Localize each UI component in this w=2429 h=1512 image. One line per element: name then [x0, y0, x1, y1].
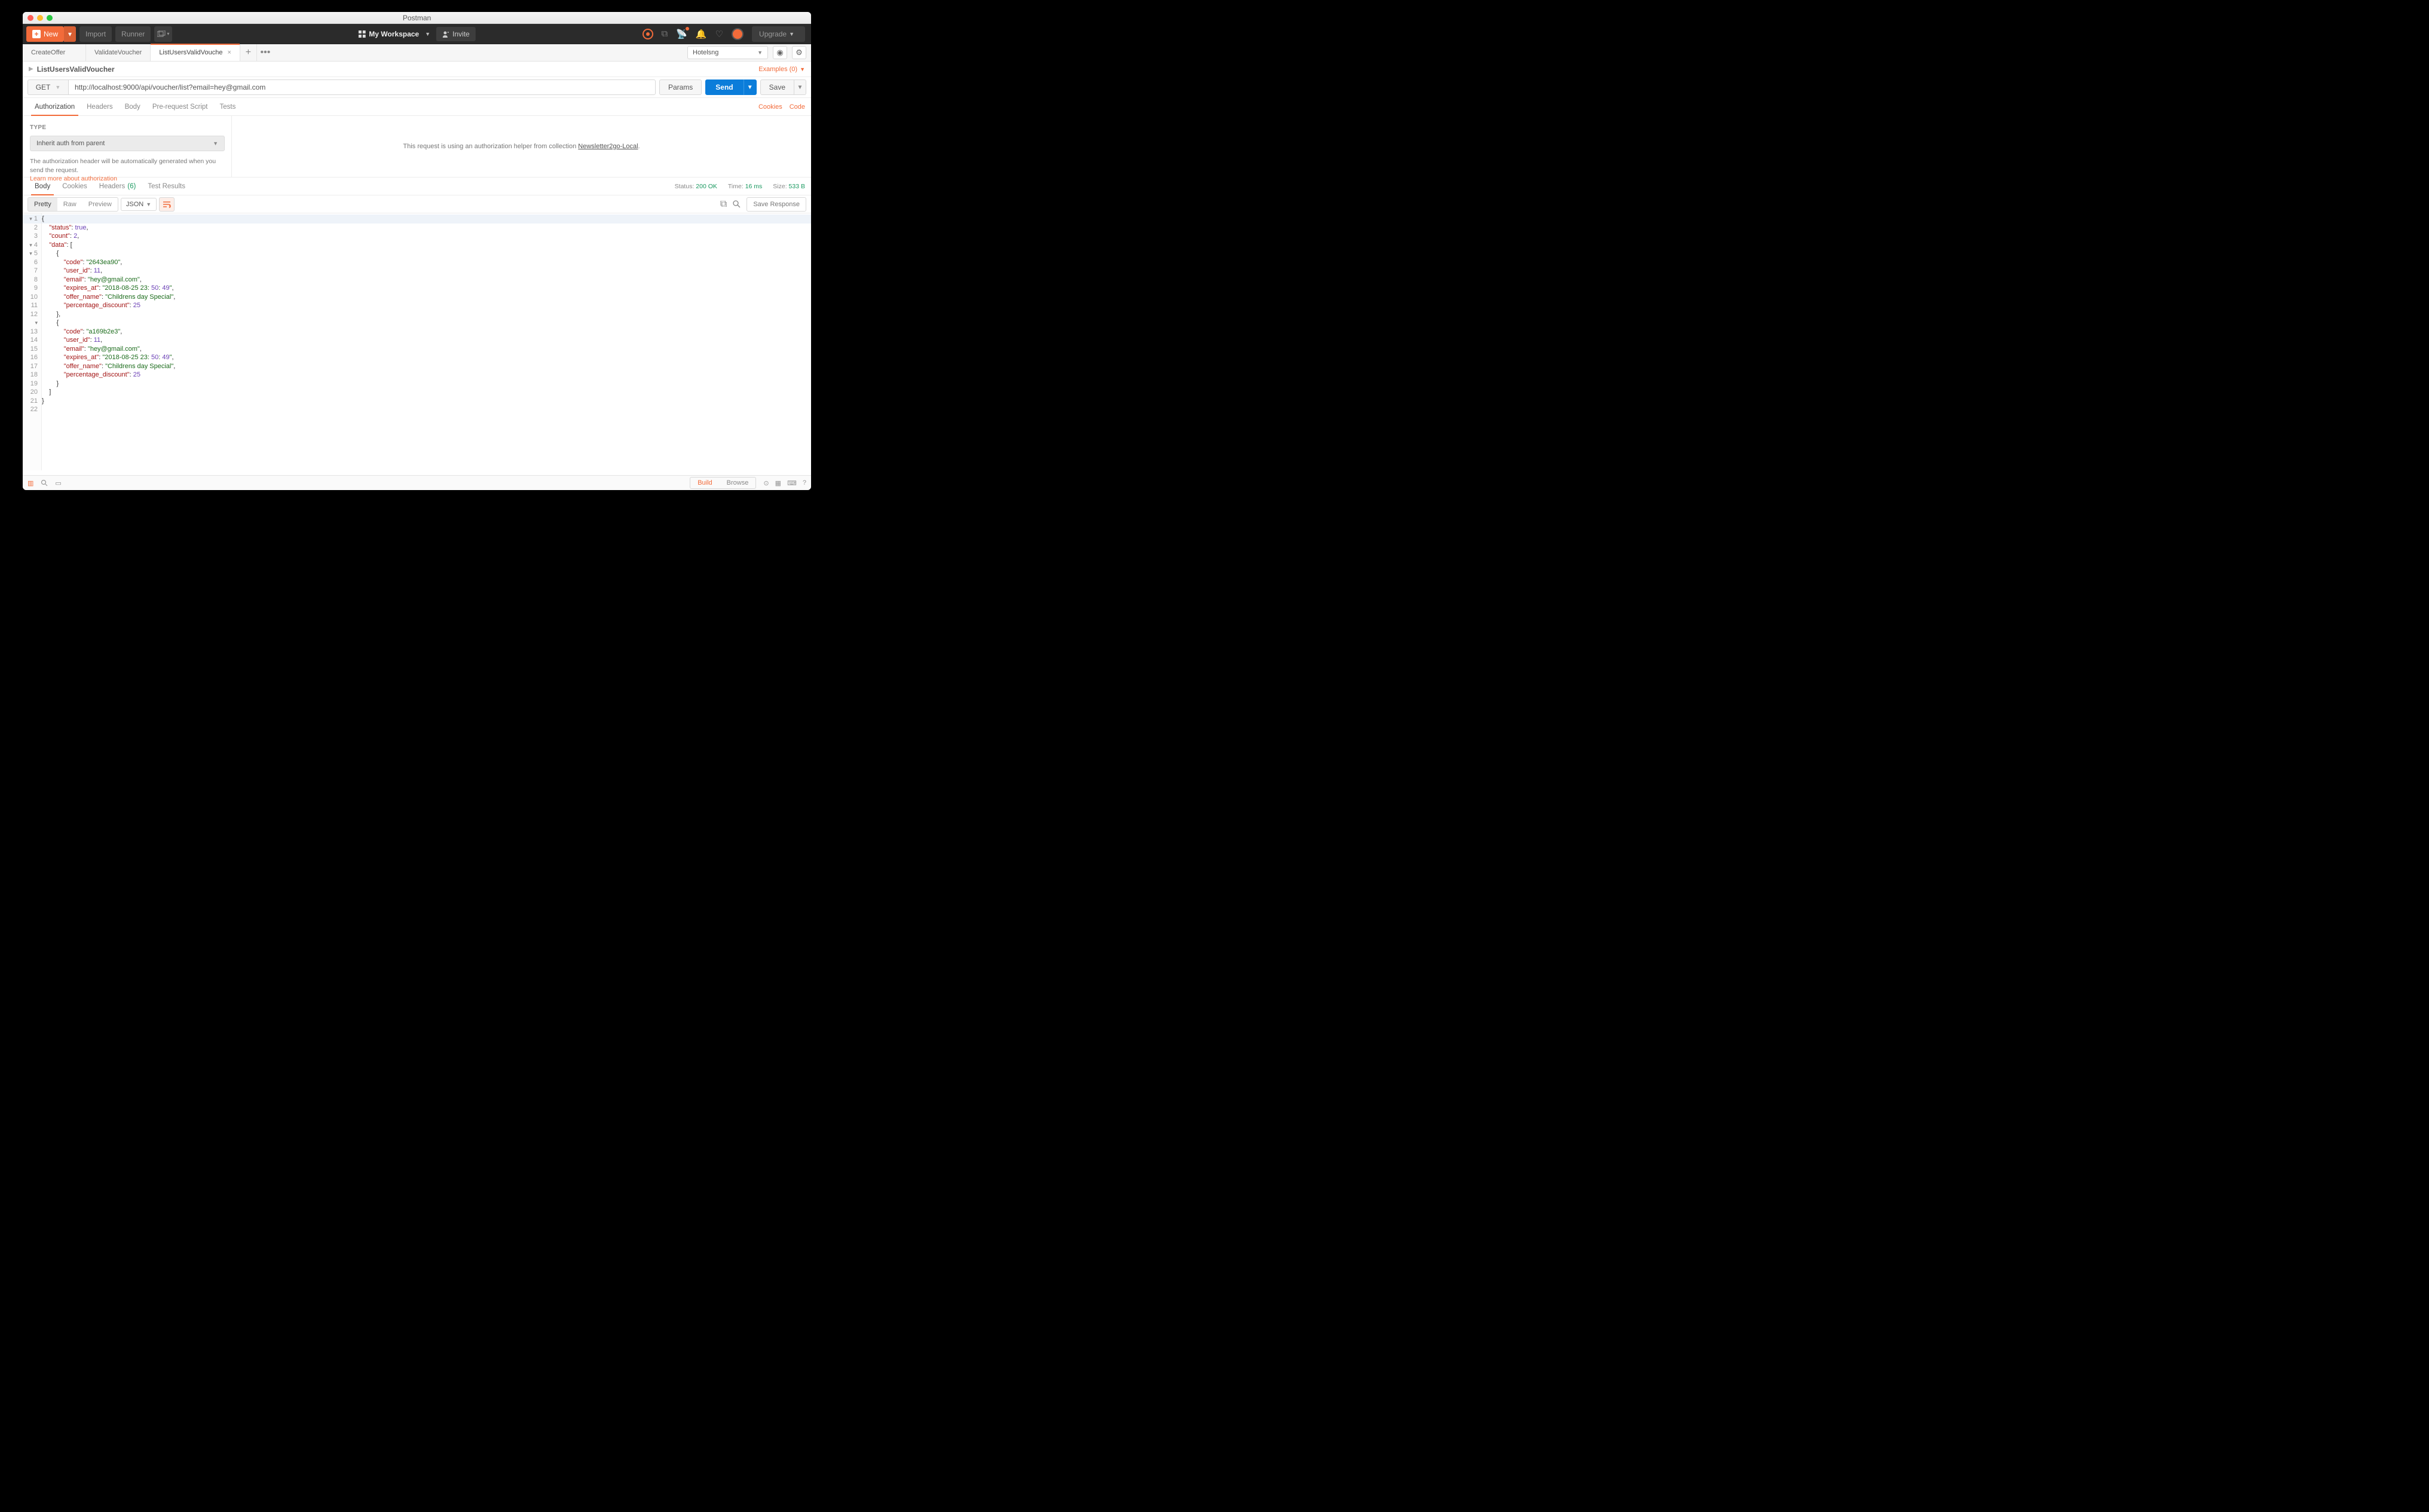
size-label: Size: 533 B: [773, 183, 805, 190]
tab-createoffer[interactable]: CreateOffer: [23, 44, 86, 61]
find-icon[interactable]: [41, 479, 48, 486]
close-icon[interactable]: ×: [223, 49, 231, 56]
cookies-link[interactable]: Cookies: [758, 103, 782, 111]
examples-link[interactable]: Examples (0)▼: [758, 66, 805, 73]
status-label: Status: 200 OK: [675, 183, 717, 190]
app-window: Postman +New ▾ Import Runner ▾ My Worksp…: [23, 12, 811, 490]
two-pane-icon[interactable]: ▦: [775, 479, 781, 487]
invite-button[interactable]: Invite: [436, 27, 476, 41]
line-gutter: ▾ 123▾ 4▾ 56789101112▾ 13141516171819202…: [23, 213, 42, 470]
plus-icon: +: [32, 30, 41, 38]
method-select[interactable]: GET▼: [27, 79, 68, 95]
wrap-icon: [163, 201, 171, 208]
new-button[interactable]: +New: [26, 26, 64, 42]
save-button[interactable]: Save: [760, 79, 794, 95]
titlebar: Postman: [23, 12, 811, 24]
sidebar-toggle-icon[interactable]: ▥: [27, 479, 33, 487]
avatar[interactable]: [732, 28, 744, 40]
new-dropdown[interactable]: ▾: [64, 26, 76, 42]
tab-bar: CreateOffer ValidateVoucher ListUsersVal…: [23, 44, 811, 62]
preview-button[interactable]: Preview: [82, 198, 118, 211]
tab-prerequest[interactable]: Pre-request Script: [146, 98, 214, 115]
resp-tab-body[interactable]: Body: [29, 177, 56, 195]
browse-button[interactable]: Browse: [720, 478, 756, 488]
request-row: GET▼ http://localhost:9000/api/voucher/l…: [23, 77, 811, 98]
resp-tab-cookies[interactable]: Cookies: [56, 177, 93, 195]
breadcrumb: ▶ ListUsersValidVoucher Examples (0)▼: [23, 62, 811, 77]
build-button[interactable]: Build: [690, 478, 719, 488]
environment-select[interactable]: Hotelsng▼: [687, 46, 768, 59]
runner-button[interactable]: Runner: [115, 26, 151, 42]
auth-type-label: TYPE: [30, 124, 224, 131]
search-button[interactable]: [733, 200, 741, 208]
copy-button[interactable]: ⧉: [720, 199, 727, 210]
app-title: Postman: [23, 14, 811, 22]
tab-authorization[interactable]: Authorization: [29, 98, 81, 115]
request-tabs: Authorization Headers Body Pre-request S…: [23, 98, 811, 116]
add-tab-button[interactable]: +: [240, 44, 257, 61]
view-mode-segment: Pretty Raw Preview: [27, 197, 118, 212]
tab-tests[interactable]: Tests: [214, 98, 242, 115]
time-label: Time: 16 ms: [728, 183, 762, 190]
workspace-selector[interactable]: My Workspace▼: [358, 30, 430, 38]
grid-icon: [358, 30, 365, 38]
params-button[interactable]: Params: [659, 79, 702, 95]
bell-icon[interactable]: 🔔: [696, 29, 707, 39]
url-input[interactable]: http://localhost:9000/api/voucher/list?e…: [68, 79, 656, 95]
auth-type-select[interactable]: Inherit auth from parent▼: [30, 136, 225, 151]
person-plus-icon: [442, 30, 449, 38]
response-body[interactable]: ▾ 123▾ 4▾ 56789101112▾ 13141516171819202…: [23, 213, 811, 470]
wrap-button[interactable]: [159, 197, 175, 212]
upgrade-button[interactable]: Upgrade▼: [752, 26, 805, 42]
import-button[interactable]: Import: [79, 26, 112, 42]
resp-tab-headers[interactable]: Headers (6): [93, 177, 142, 195]
header-center: My Workspace▼ Invite: [358, 27, 475, 41]
header-bar: +New ▾ Import Runner ▾ My Workspace▼ Inv…: [23, 24, 811, 44]
auth-helper-text: This request is using an authorization h…: [232, 116, 811, 177]
send-dropdown[interactable]: ▼: [744, 79, 757, 95]
search-icon: [733, 200, 741, 208]
keyboard-icon[interactable]: ⌨: [787, 479, 797, 487]
tab-body[interactable]: Body: [119, 98, 146, 115]
tab-more-button[interactable]: •••: [257, 44, 274, 61]
code-content[interactable]: { "status": true, "count": 2, "data": [ …: [42, 213, 811, 470]
tab-listusersvalidvoucher[interactable]: ListUsersValidVouche×: [151, 44, 240, 61]
help-icon[interactable]: ?: [803, 479, 806, 487]
capture-icon[interactable]: ⧉: [662, 29, 668, 39]
save-dropdown[interactable]: ▼: [794, 79, 806, 95]
chevron-right-icon: ▶: [29, 66, 33, 72]
status-bar: ▥ ▭ Build Browse ⊙ ▦ ⌨ ?: [23, 475, 811, 490]
auth-panel: TYPE Inherit auth from parent▼ The autho…: [23, 116, 811, 177]
response-tabs: Body Cookies Headers (6) Test Results St…: [23, 177, 811, 195]
heart-icon[interactable]: ♡: [715, 29, 723, 39]
pretty-button[interactable]: Pretty: [28, 198, 57, 211]
settings-button[interactable]: ⚙: [792, 46, 806, 59]
collection-link[interactable]: Newsletter2go-Local: [578, 143, 638, 150]
console-icon[interactable]: ▭: [55, 479, 61, 487]
code-link[interactable]: Code: [790, 103, 805, 111]
request-name: ListUsersValidVoucher: [37, 65, 115, 74]
save-response-button[interactable]: Save Response: [747, 197, 806, 212]
tab-headers[interactable]: Headers: [81, 98, 118, 115]
resp-tab-tests[interactable]: Test Results: [142, 177, 191, 195]
quick-look-button[interactable]: ◉: [773, 46, 787, 59]
send-button[interactable]: Send: [705, 79, 743, 95]
tab-validatevoucher[interactable]: ValidateVoucher: [86, 44, 151, 61]
satellite-icon[interactable]: 📡: [676, 29, 687, 39]
open-new-window-button[interactable]: ▾: [154, 26, 172, 42]
mode-segment: Build Browse: [690, 477, 756, 489]
header-right: ⧉ 📡 🔔 ♡ Upgrade▼: [643, 26, 812, 42]
sync-icon[interactable]: [643, 29, 653, 39]
format-select[interactable]: JSON▼: [121, 198, 157, 211]
gear-icon: ⚙: [796, 48, 803, 57]
bootcamp-icon[interactable]: ⊙: [763, 479, 769, 487]
raw-button[interactable]: Raw: [57, 198, 82, 211]
view-options: Pretty Raw Preview JSON▼ ⧉ Save Response: [23, 195, 811, 213]
